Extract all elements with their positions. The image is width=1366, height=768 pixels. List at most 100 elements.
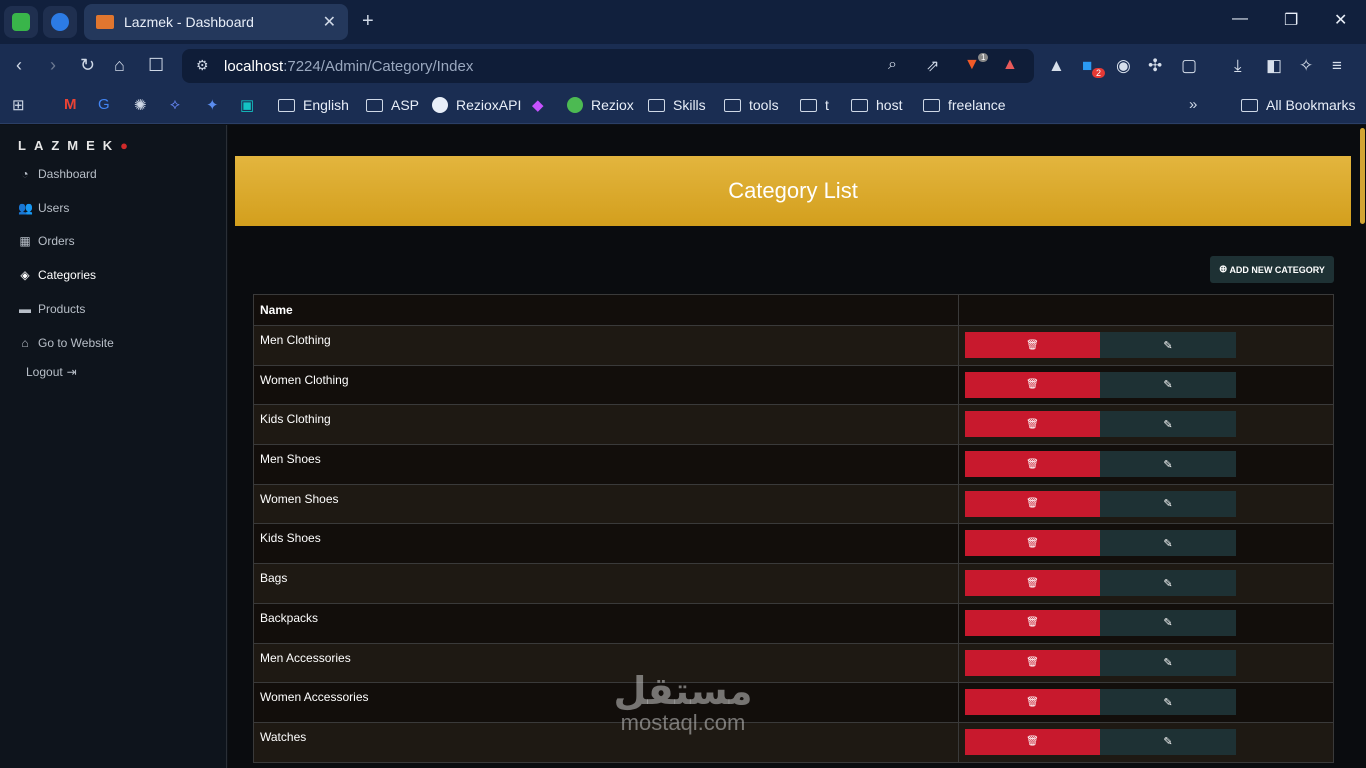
forward-icon[interactable]: › <box>50 55 56 76</box>
category-name: Men Shoes <box>253 444 959 485</box>
edit-icon: ✎ <box>1163 617 1173 630</box>
bookmark-t[interactable]: t <box>800 97 829 113</box>
delete-button[interactable]: 🗑 <box>965 728 1100 755</box>
bookmark-english[interactable]: English <box>278 97 349 113</box>
bookmark-icon[interactable]: ☐ <box>148 55 164 76</box>
watermark: مستقل mostaql.com <box>598 672 768 736</box>
brand-logo[interactable]: LAZMEK● <box>18 138 128 153</box>
address-bar[interactable]: ⚙ localhost:7224/Admin/Category/Index ⌕ … <box>182 49 1034 83</box>
trash-icon: 🗑 <box>1026 577 1039 589</box>
sidebar-item-orders[interactable]: ▦ Orders <box>18 234 74 248</box>
bookmark-site-icon[interactable]: ⟡ <box>170 96 180 113</box>
table-header-row: Name <box>253 294 1334 326</box>
edit-button[interactable]: ✎ <box>1100 689 1236 716</box>
translate-icon[interactable]: G <box>98 96 110 113</box>
brave-rewards-icon[interactable]: ▲ <box>1002 56 1018 74</box>
edit-button[interactable]: ✎ <box>1100 451 1236 478</box>
edit-icon: ✎ <box>1163 379 1173 392</box>
bookmark-asp[interactable]: ASP <box>366 97 419 113</box>
delete-button[interactable]: 🗑 <box>965 332 1100 358</box>
edit-button[interactable]: ✎ <box>1100 649 1236 676</box>
delete-button[interactable]: 🗑 <box>965 689 1100 716</box>
download-icon[interactable]: ⤓ <box>1234 56 1242 76</box>
category-name: Backpacks <box>253 602 959 644</box>
close-icon[interactable]: ✕ <box>323 12 336 32</box>
delete-button[interactable]: 🗑 <box>965 451 1100 478</box>
angular-icon[interactable]: ◆ <box>532 96 544 114</box>
bookmark-host[interactable]: host <box>851 97 902 113</box>
speedometer-icon[interactable]: ◉ <box>1116 56 1131 76</box>
edit-button[interactable]: ✎ <box>1100 332 1236 358</box>
delete-button[interactable]: 🗑 <box>965 570 1100 597</box>
home-icon[interactable]: ⌂ <box>114 55 125 76</box>
sidebar-item-dashboard[interactable]: ◔ Dashboard <box>18 167 96 181</box>
pinned-tab-2[interactable] <box>43 6 77 38</box>
edit-button[interactable]: ✎ <box>1100 371 1236 398</box>
bookmark-reziox[interactable]: Reziox <box>567 97 634 113</box>
edit-button[interactable]: ✎ <box>1100 411 1236 438</box>
sidebar-item-products[interactable]: ▬ Products <box>18 302 85 316</box>
edit-button[interactable]: ✎ <box>1100 530 1236 557</box>
reader-icon[interactable]: ▢ <box>1181 56 1197 76</box>
puzzle-icon[interactable]: ✣ <box>1148 56 1162 76</box>
zoom-icon[interactable]: ⌕ <box>888 56 897 74</box>
menu-icon[interactable]: ≡ <box>1332 56 1342 76</box>
maximize-icon[interactable]: ❐ <box>1284 10 1298 30</box>
category-name: Men Clothing <box>253 325 959 366</box>
chatgpt-icon[interactable]: ✺ <box>134 96 147 114</box>
extension-icon[interactable]: ▲ <box>1048 56 1065 76</box>
trash-icon: 🗑 <box>1026 379 1039 391</box>
apps-icon[interactable]: ⊞ <box>12 96 25 114</box>
minimize-icon[interactable]: — <box>1232 10 1248 28</box>
bookmark-tools[interactable]: tools <box>724 97 779 113</box>
gmail-icon[interactable]: M <box>64 96 77 113</box>
edit-button[interactable]: ✎ <box>1100 570 1236 597</box>
page-header: Category List <box>235 156 1351 226</box>
folder-icon <box>278 98 295 112</box>
row-actions: 🗑 ✎ <box>958 602 1334 644</box>
back-icon[interactable]: ‹ <box>16 55 22 76</box>
sidebar-item-website[interactable]: ⌂ Go to Website <box>18 336 113 350</box>
tab-title: Lazmek - Dashboard <box>124 14 254 30</box>
sidebar-item-users[interactable]: 👥 Users <box>18 201 69 215</box>
folder-icon <box>648 98 665 112</box>
bookmark-freelance[interactable]: freelance <box>923 97 1006 113</box>
site-settings-icon[interactable]: ⚙ <box>196 57 209 74</box>
pinned-tab-1[interactable] <box>4 6 38 38</box>
gemini-icon[interactable]: ✦ <box>206 96 219 114</box>
leo-icon[interactable]: ✧ <box>1299 56 1313 76</box>
extension-icon[interactable]: ■ <box>1082 56 1092 76</box>
scrollbar-thumb[interactable] <box>1360 128 1365 224</box>
bookmark-site-icon[interactable]: ▣ <box>240 96 254 114</box>
bookmark-skills[interactable]: Skills <box>648 97 706 113</box>
row-actions: 🗑 ✎ <box>958 364 1334 406</box>
sidebar-item-categories[interactable]: ◈ Categories <box>18 268 96 282</box>
bookmark-rezioxapi[interactable]: RezioxAPI <box>432 97 521 113</box>
delete-button[interactable]: 🗑 <box>965 371 1100 398</box>
share-icon[interactable]: ⇗ <box>926 56 939 76</box>
delete-button[interactable]: 🗑 <box>965 649 1100 676</box>
delete-button[interactable]: 🗑 <box>965 411 1100 438</box>
delete-button[interactable]: 🗑 <box>965 490 1100 517</box>
trash-icon: 🗑 <box>1026 458 1039 470</box>
active-tab[interactable]: Lazmek - Dashboard ✕ <box>84 4 348 40</box>
edit-button[interactable]: ✎ <box>1100 728 1236 755</box>
github-icon <box>432 97 448 113</box>
edit-button[interactable]: ✎ <box>1100 490 1236 517</box>
table-row: Backpacks 🗑 ✎ <box>253 602 1334 644</box>
new-tab-button[interactable]: + <box>362 10 374 33</box>
all-bookmarks[interactable]: All Bookmarks <box>1241 97 1355 113</box>
logout-link[interactable]: Logout ⇥ <box>26 365 79 379</box>
delete-button[interactable]: 🗑 <box>965 609 1100 636</box>
table-row: Women Accessories 🗑 ✎ <box>253 682 1334 723</box>
truck-icon <box>96 15 114 29</box>
edit-button[interactable]: ✎ <box>1100 609 1236 636</box>
sidebar-icon[interactable]: ◧ <box>1266 56 1282 76</box>
delete-button[interactable]: 🗑 <box>965 530 1100 557</box>
tags-icon: ◈ <box>20 268 30 282</box>
window-close-icon[interactable]: ✕ <box>1334 10 1347 30</box>
add-category-button[interactable]: ⊕ ADD NEW CATEGORY <box>1210 256 1334 283</box>
reload-icon[interactable]: ↻ <box>80 55 95 76</box>
chevron-more-icon[interactable]: » <box>1189 96 1197 113</box>
notification-badge: 2 <box>1092 68 1106 78</box>
